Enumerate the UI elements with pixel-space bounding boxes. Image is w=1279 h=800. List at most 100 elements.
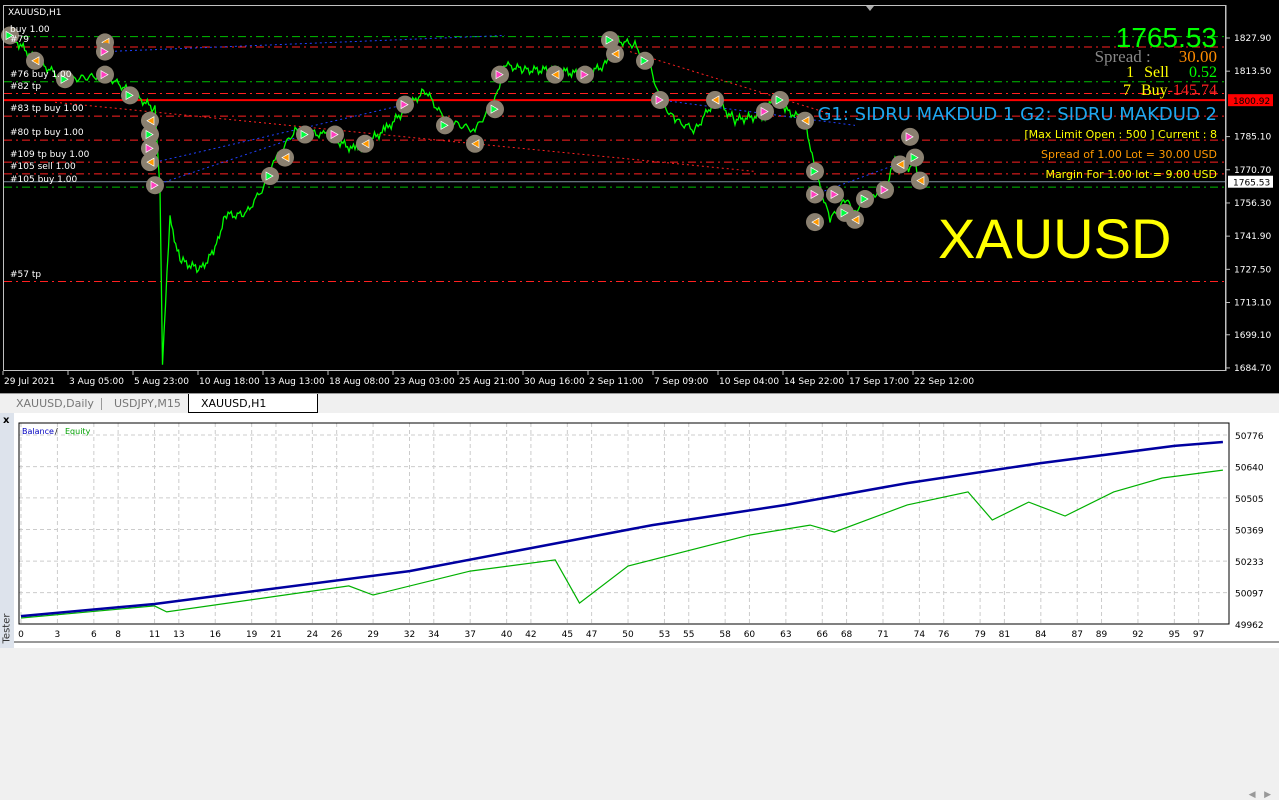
x-tick-label: 89 [1096, 630, 1108, 640]
sell-value: 0.52 [1189, 64, 1217, 81]
price-tick-label: 1741.90 [1234, 232, 1271, 242]
time-tick-label: 30 Aug 16:00 [524, 377, 585, 387]
price-tick-label: 1770.70 [1234, 166, 1271, 176]
tester-label: Tester [1, 613, 13, 644]
time-tick-label: 25 Aug 21:00 [459, 377, 520, 387]
x-tick-label: 79 [974, 630, 986, 640]
sell-count: 1 [1126, 64, 1135, 81]
price-tag-label: 1765.53 [1233, 179, 1270, 189]
x-tick-label: 13 [173, 630, 184, 640]
order-level-label: #105 buy 1.00 [10, 175, 78, 186]
tab-xauusd-h1-visual[interactable]: XAUUSD,H1 (visual) [188, 394, 318, 429]
x-tick-label: 84 [1035, 630, 1047, 640]
legend-balance: Balance [22, 427, 54, 436]
price-chart-canvas: 1827.90 1813.50 1785.10 1770.70 1756.30 1741.… [1, 5, 1273, 387]
x-tick-label: 58 [719, 630, 731, 640]
time-tick-label: 14 Sep 22:00 [784, 377, 844, 387]
symbol-watermark: XAUUSD [938, 207, 1172, 270]
y-tick-label: 50097 [1235, 590, 1264, 600]
x-tick-label: 19 [246, 630, 258, 640]
legend-equity: Equity [65, 427, 91, 436]
x-tick-label: 21 [270, 630, 281, 640]
price-tick-label: 1684.70 [1234, 364, 1271, 374]
y-tick-label: 49962 [1235, 621, 1264, 631]
price-tick-label: 1827.90 [1234, 34, 1271, 44]
price-tick-label: 1756.30 [1234, 199, 1271, 209]
chart-symbol-label: XAUUSD,H1 [8, 8, 62, 18]
time-tick-label: 13 Aug 13:00 [264, 377, 325, 387]
y-tick-label: 50505 [1235, 495, 1264, 505]
margin-label: Margin For 1.00 lot = 9.00 USD [1045, 168, 1217, 181]
x-tick-label: 87 [1072, 630, 1083, 640]
x-tick-label: 40 [501, 630, 513, 640]
price-chart[interactable]: 1827.90 1813.50 1785.10 1770.70 1756.30 1741.… [0, 0, 1279, 393]
order-level-label: #79 [10, 34, 29, 45]
series-line-equity [20, 469, 1223, 619]
shift-marker-icon [866, 6, 874, 11]
x-tick-label: 50 [622, 630, 634, 640]
legend-separator: / [55, 427, 58, 436]
x-tick-label: 32 [404, 630, 415, 640]
trade-connector-line [104, 34, 506, 53]
time-tick-label: 5 Aug 23:00 [134, 377, 189, 387]
price-tag-label: 1800.92 [1233, 97, 1270, 107]
spread-lot-label: Spread of 1.00 Lot = 30.00 USD [1041, 148, 1217, 161]
x-tick-label: 81 [999, 630, 1010, 640]
x-tick-label: 26 [331, 630, 343, 640]
tab-usdjpy-m15[interactable]: USDJPY,M15 [102, 394, 193, 413]
sell-info: 1 Sell 0.52 [1126, 64, 1217, 82]
balance-equity-chart: 507765064050505503695023350097499620 3 6 8 1… [14, 413, 1279, 648]
buy-label: Buy [1141, 82, 1168, 99]
buy-value: -145.74 [1167, 82, 1217, 99]
order-level-label: #109 tp buy 1.00 [10, 150, 90, 161]
x-tick-label: 3 [55, 630, 61, 640]
x-tick-label: 29 [367, 630, 379, 640]
x-tick-label: 8 [115, 630, 121, 640]
time-tick-label: 2 Sep 11:00 [589, 377, 644, 387]
y-tick-label: 50233 [1235, 558, 1264, 568]
tester-panel: x Tester 50776 50640 50505 50369 50233 50097 4… [0, 413, 1279, 648]
price-tick-label: 1785.10 [1234, 133, 1271, 143]
time-tick-label: 29 Jul 2021 [4, 377, 55, 387]
y-tick-label: 50776 [1235, 432, 1264, 442]
x-tick-label: 53 [659, 630, 670, 640]
order-level-label: buy 1.00 [10, 24, 50, 35]
sell-label: Sell [1144, 64, 1169, 81]
x-tick-label: 71 [877, 630, 888, 640]
plot-frame [18, 422, 1230, 625]
x-tick-label: 0 [18, 630, 24, 640]
x-tick-label: 76 [938, 630, 950, 640]
y-tick-label: 50640 [1235, 464, 1264, 474]
x-tick-label: 45 [562, 630, 573, 640]
close-icon[interactable]: x [3, 415, 9, 426]
groups-label: G1: SIDRU MAKDUD 1 G2: SIDRU MAKDUD 2 [817, 104, 1217, 125]
time-tick-label: 7 Sep 09:00 [654, 377, 709, 387]
x-tick-label: 97 [1193, 630, 1204, 640]
price-tick-label: 1813.50 [1234, 67, 1271, 77]
x-tick-label: 55 [683, 630, 694, 640]
x-tick-label: 42 [525, 630, 536, 640]
order-level-label: #105 sell 1.00 [10, 161, 76, 172]
order-level-label: #83 tp buy 1.00 [10, 104, 84, 115]
x-tick-label: 68 [841, 630, 853, 640]
x-tick-label: 60 [744, 630, 756, 640]
x-tick-label: 11 [149, 630, 160, 640]
tab-scroll-arrows[interactable]: ◀ ▶ [1249, 790, 1271, 800]
x-tick-label: 63 [780, 630, 791, 640]
buy-info: 7 Buy-145.74 [1123, 82, 1217, 100]
time-tick-label: 23 Aug 03:00 [394, 377, 455, 387]
tab-xauusd-daily[interactable]: XAUUSD,Daily [4, 394, 106, 413]
x-tick-label: 47 [586, 630, 597, 640]
buy-count: 7 [1123, 82, 1131, 99]
order-level-label: #80 tp buy 1.00 [10, 128, 84, 139]
max-limit-label: [Max Limit Open : 500 ] Current : 8 [1024, 128, 1217, 141]
x-tick-label: 6 [91, 630, 97, 640]
x-tick-label: 37 [464, 630, 475, 640]
x-tick-label: 16 [210, 630, 222, 640]
tester-sidebar: x Tester [0, 413, 14, 648]
x-tick-label: 95 [1169, 630, 1180, 640]
time-tick-label: 3 Aug 05:00 [69, 377, 124, 387]
x-tick-label: 34 [428, 630, 440, 640]
price-tick-label: 1713.10 [1234, 298, 1271, 308]
time-tick-label: 18 Aug 08:00 [329, 377, 390, 387]
